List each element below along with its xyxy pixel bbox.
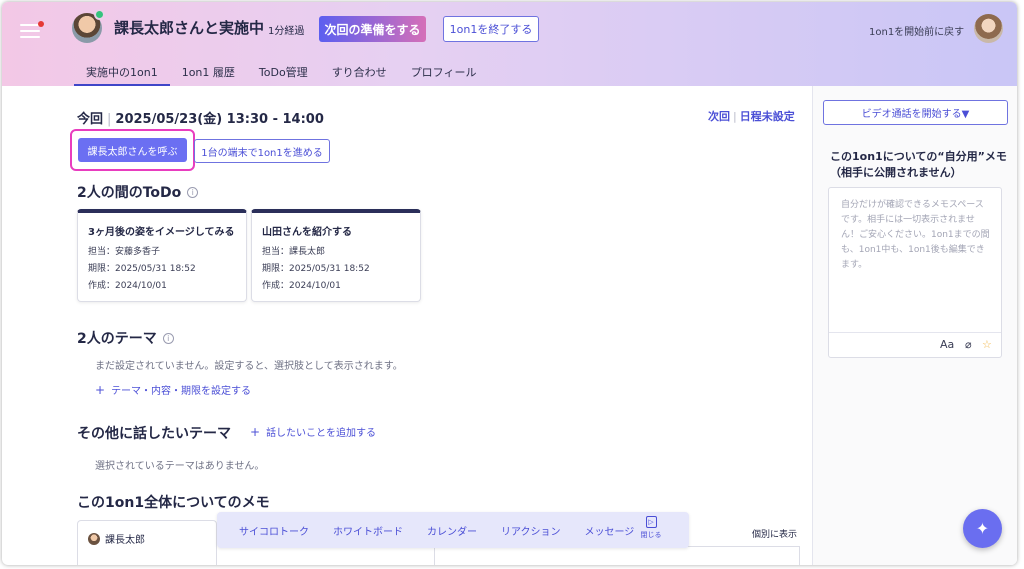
date-value: 2025/05/23(金) 13:30 - 14:00 [115,112,324,127]
todo-due: 期限：2025/05/31 18:52 [262,264,370,274]
single-device-button[interactable]: 1台の端末で1on1を進める [194,139,330,163]
whiteboard-button[interactable]: ホワイトボード [333,523,403,538]
prepare-next-button[interactable]: 次回の準備をする [319,16,426,42]
shared-memo-area[interactable] [434,546,800,565]
memo-section-title: この1on1全体についてのメモ [77,495,270,511]
todo-title: 山田さんを紹介する [262,227,352,238]
add-topic-label: 話したいことを追加する [266,428,377,439]
back-to-before-start-link[interactable]: 1on1を開始前に戻す [869,23,964,38]
memo-tab-name: 課長太郎 [105,535,145,546]
date-label: 今回 [77,112,104,127]
todo-due: 期限：2025/05/31 18:52 [88,264,196,274]
todo-card[interactable]: 3ヶ月後の姿をイメージしてみる 担当：安藤多香子 期限：2025/05/31 1… [77,209,247,302]
header: 課長太郎さんと実施中 1分経過 次回の準備をする 1on1を終了する 1on1を… [2,2,1017,86]
memo-toolbar: Aa ⌀ ☆ [829,332,1001,357]
add-theme-link[interactable]: + テーマ・内容・期限を設定する [95,382,251,397]
todo-title-text: 2人の間のToDo [77,185,182,201]
private-memo-heading: この1on1についての“自分用”メモ（相手に公開されません） [830,150,1007,179]
menu-icon[interactable] [20,21,44,40]
next-schedule: 次回 | 日程未設定 [708,110,795,123]
info-icon[interactable]: i [187,187,199,198]
plus-icon: + [95,383,106,397]
theme-title-text: 2人のテーマ [77,331,157,347]
end-1on1-button[interactable]: 1on1を終了する [443,16,539,42]
todo-assignee-text: 担当：安藤多香子 [88,247,161,257]
call-partner-button[interactable]: 課長太郎さんを呼ぶ [78,138,187,162]
text-format-icon[interactable]: Aa [940,338,954,351]
add-topic-link[interactable]: + 話したいことを追加する [250,424,376,439]
panel-close-icon: ▷ [645,516,657,528]
main-content: 今回 | 2025/05/23(金) 13:30 - 14:00 次回 | 日程未設定 … [2,86,812,565]
individual-display-toggle[interactable]: 個別に表示 [752,527,797,540]
memo-tab-owner: 課長太郎 [88,531,145,546]
memo-tab[interactable]: 課長太郎 [77,520,217,565]
todo-created: 作成：2024/10/01 [88,281,167,291]
todo-section-title: 2人の間のToDo i [77,182,199,202]
todo-created: 作成：2024/10/01 [262,281,341,291]
tab-profile[interactable]: プロフィール [399,64,489,86]
tab-bar: 実施中の1on1 1on1 履歴 ToDo管理 すり合わせ プロフィール [74,64,488,86]
elapsed-time: 1分経過 [268,26,305,37]
notification-dot-icon [38,21,44,27]
private-memo-field[interactable]: 自分だけが確認できるメモスペースです。相手には一切表示されません！ご安心ください… [828,187,1002,358]
tab-alignment[interactable]: すり合わせ [320,64,399,86]
plus-icon: + [250,425,261,439]
avatar [88,532,100,545]
attachment-icon[interactable]: ⌀ [965,338,972,351]
start-video-call-button[interactable]: ビデオ通話を開始する▼ [823,100,1008,125]
theme-section-title: 2人のテーマ i [77,328,174,348]
todo-assignee: 担当：安藤多香子 [88,244,236,257]
other-theme-title: その他に話したいテーマ [77,426,231,442]
message-button[interactable]: メッセージ [585,523,635,538]
todo-title: 3ヶ月後の姿をイメージしてみる [88,227,235,238]
other-empty-text: 選択されているテーマはありません。 [95,461,265,472]
tab-todo[interactable]: ToDo管理 [247,64,320,86]
calendar-button[interactable]: カレンダー [427,523,477,538]
next-link[interactable]: 次回 [708,110,730,123]
user-avatar[interactable] [974,14,1003,43]
right-panel: ビデオ通話を開始する▼ この1on1についての“自分用”メモ（相手に公開されませ… [813,86,1017,565]
dice-talk-button[interactable]: サイコロトーク [239,523,309,538]
todo-card[interactable]: 山田さんを紹介する 担当：課長太郎 期限：2025/05/31 18:52 作成… [251,209,421,302]
session-date: 今回 | 2025/05/23(金) 13:30 - 14:00 [77,112,324,127]
memo-placeholder: 自分だけが確認できるメモスペースです。相手には一切表示されません！ご安心ください… [841,200,990,270]
close-toolbar-button[interactable]: ▷ 閉じる [639,516,663,540]
tab-history[interactable]: 1on1 履歴 [170,64,247,86]
close-label: 閉じる [640,531,662,539]
todo-assignee-text: 担当：課長太郎 [262,247,326,257]
reaction-button[interactable]: リアクション [501,523,561,538]
partner-avatar [72,9,105,43]
add-theme-label: テーマ・内容・期限を設定する [111,386,252,397]
theme-empty-text: まだ設定されていません。設定すると、選択肢として表示されます。 [95,361,403,372]
star-icon[interactable]: ☆ [982,338,992,351]
todo-assignee: 担当：課長太郎 [262,244,410,257]
session-title: 課長太郎さんと実施中 [114,19,265,37]
info-icon[interactable]: i [162,333,174,344]
tools-toolbar: サイコロトーク ホワイトボード カレンダー リアクション メッセージ ▷ 閉じる [217,512,689,548]
app-window: 課長太郎さんと実施中 1分経過 次回の準備をする 1on1を終了する 1on1を… [2,2,1017,565]
magic-wand-icon[interactable]: ✦ [963,509,1002,548]
tab-current-1on1[interactable]: 実施中の1on1 [74,64,170,86]
schedule-link[interactable]: 日程未設定 [740,110,795,123]
online-status-icon [94,9,105,20]
